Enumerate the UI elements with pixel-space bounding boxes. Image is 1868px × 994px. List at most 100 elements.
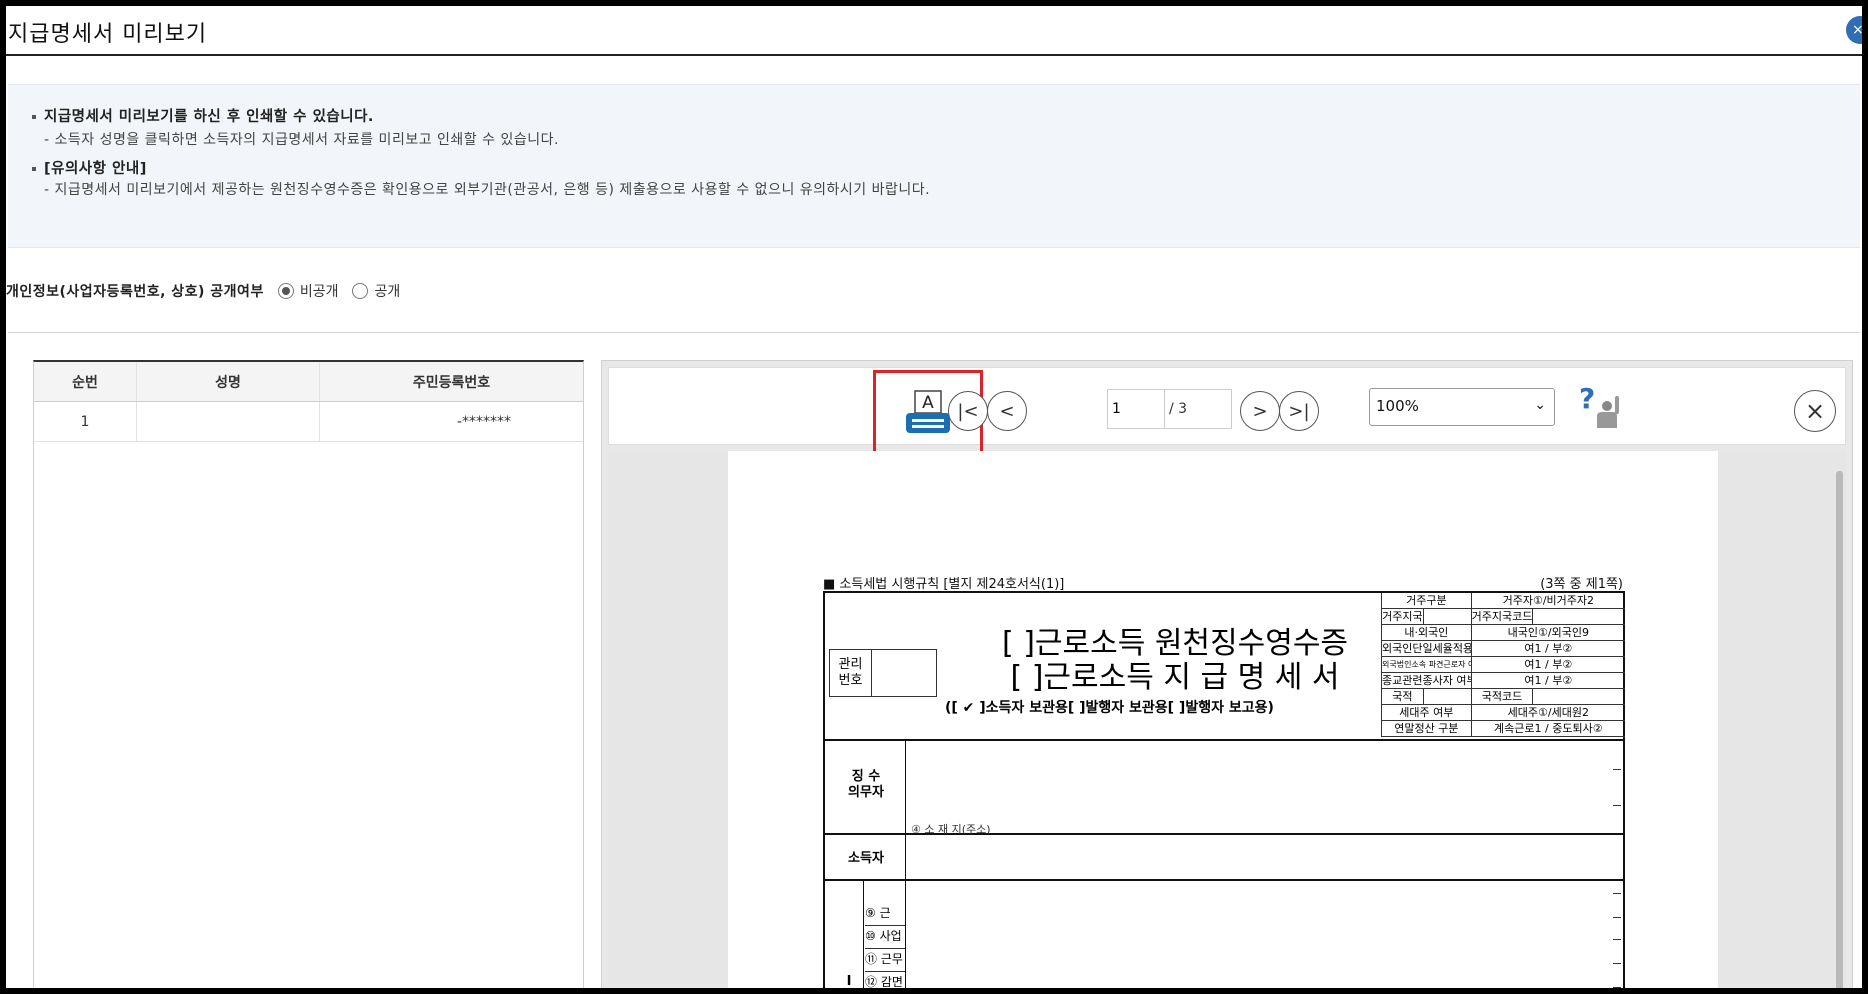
form-title-line-1: [ ]근로소득 원천징수영수증 <box>1001 626 1349 661</box>
address-label: ④ 소 재 지(주소) <box>911 823 991 836</box>
grid-row: 세대주 여부 세대주①/세대원2 <box>1382 705 1625 721</box>
radio-public[interactable]: 공개 <box>352 281 400 301</box>
grid-cell <box>1424 689 1472 704</box>
grid-cell <box>1533 609 1625 624</box>
tick-mark <box>1613 769 1621 770</box>
svg-text:?: ? <box>1579 382 1595 415</box>
first-page-icon: |< <box>957 400 979 422</box>
radio-private[interactable]: 비공개 <box>277 281 338 301</box>
section-divider <box>825 739 1623 741</box>
col-header-name: 성명 <box>137 362 320 401</box>
grid-cell: 여1 / 부② <box>1524 658 1573 671</box>
column-divider <box>905 741 906 881</box>
help-icon[interactable]: ? <box>1575 382 1625 432</box>
table-row[interactable]: 1 -******* <box>34 402 583 442</box>
grid-cell: 거주지국코드 <box>1471 609 1534 624</box>
form-item: ⑫ 감면 <box>865 972 905 988</box>
form-subtitle: ([ ✔ ]소득자 보관용[ ]발행자 보관용[ ]발행자 보고용) <box>945 700 1274 716</box>
grid-cell: 국적 <box>1382 689 1424 704</box>
info-heading-2: [유의사항 안내] <box>32 157 147 178</box>
form-title-line-2: [ ]근로소득 지 급 명 세 서 <box>1010 660 1340 695</box>
info-heading-1-text: 지급명세서 미리보기를 하신 후 인쇄할 수 있습니다. <box>44 109 374 125</box>
grid-row: 외국인단일세율적용 여1 / 부② <box>1382 641 1625 657</box>
dialog-title: 지급명세서 미리보기 <box>8 22 208 47</box>
grid-row: 연말정산 구분 계속근로1 / 중도퇴사② <box>1382 721 1625 737</box>
viewer-toolbar: A |< < / 3 > >| 100% ⌄ ? × <box>608 367 1846 458</box>
page-number-input[interactable] <box>1107 389 1165 429</box>
scrollbar-thumb[interactable] <box>1836 471 1843 988</box>
receipt-form: 관리 번호 [ ]근로소득 원천징수영수증 [ ]근로소득 지 급 명 세 서 … <box>823 591 1625 988</box>
cell-name[interactable] <box>137 402 320 441</box>
form-rule-text: ■ 소득세법 시행규칙 [별지 제24호서식(1)] <box>823 577 1065 592</box>
section-divider <box>825 879 1623 881</box>
grid-cell: 거주자①/비거주자2 <box>1502 594 1595 607</box>
print-icon[interactable]: A <box>902 389 954 439</box>
grid-row: 내·외국인 내국인①/외국인9 <box>1382 625 1625 641</box>
grid-cell: 외국인단일세율적용 <box>1382 641 1472 656</box>
income-earner-label: 소득자 <box>848 851 884 866</box>
grid-cell: 거주구분 <box>1382 593 1472 608</box>
info-heading-1: 지급명세서 미리보기를 하신 후 인쇄할 수 있습니다. <box>32 105 374 126</box>
tick-mark <box>1613 917 1621 918</box>
dialog-close-icon[interactable]: × <box>1846 16 1862 44</box>
grid-cell: 세대주①/세대원2 <box>1507 706 1589 719</box>
grid-cell: 거주지국 <box>1382 609 1424 624</box>
table-header: 순번 성명 주민등록번호 <box>34 362 583 402</box>
prev-page-button[interactable]: < <box>987 391 1027 431</box>
privacy-row: 개인정보(사업자등록번호, 상호) 공개여부 비공개 공개 <box>6 276 414 306</box>
info-panel: 지급명세서 미리보기를 하신 후 인쇄할 수 있습니다. - 소득자 성명을 클… <box>8 84 1860 248</box>
form-title: [ ]근로소득 원천징수영수증 [ ]근로소득 지 급 명 세 서 <box>965 627 1385 695</box>
document-page: ■ 소득세법 시행규칙 [별지 제24호서식(1)] (3쪽 중 제1쪽) 관리… <box>728 451 1718 988</box>
grid-cell: 연말정산 구분 <box>1382 721 1472 736</box>
last-page-icon: >| <box>1288 400 1310 422</box>
withholding-agent-label: 징 수 의무자 <box>848 769 884 800</box>
report-viewer: A |< < / 3 > >| 100% ⌄ ? × <box>601 360 1853 988</box>
info-heading-2-text: [유의사항 안내] <box>44 161 147 177</box>
tick-mark <box>1613 963 1621 964</box>
next-page-button[interactable]: > <box>1240 391 1280 431</box>
cell-rrn: -******* <box>456 413 511 430</box>
management-number-label: 관리 번호 <box>830 650 872 696</box>
grid-row: 국적 국적코드 <box>1382 689 1625 705</box>
radio-private-circle[interactable] <box>277 283 294 299</box>
col-header-no: 순번 <box>34 362 137 401</box>
management-number-box: 관리 번호 <box>829 649 937 697</box>
column-divider <box>863 881 864 988</box>
residency-grid: 거주구분 거주자①/비거주자2 거주지국 거주지국코드 내·외국인 내국인①/외국인9 외국… <box>1381 593 1625 737</box>
grid-cell <box>1424 609 1472 624</box>
grid-row: 거주지국 거주지국코드 <box>1382 609 1625 625</box>
info-desc-2: - 지급명세서 미리보기에서 제공하는 원천징수영수증은 확인용으로 외부기관(… <box>44 182 931 198</box>
grid-cell: 국적코드 <box>1472 689 1534 704</box>
grid-row: 종교관련종사자 여부 여1 / 부② <box>1382 673 1625 689</box>
grid-row: 거주구분 거주자①/비거주자2 <box>1382 593 1625 609</box>
grid-cell: 세대주 여부 <box>1382 705 1472 720</box>
document-scrollbar[interactable] <box>1834 457 1844 988</box>
privacy-label: 개인정보(사업자등록번호, 상호) 공개여부 <box>6 284 264 300</box>
info-desc-1: - 소득자 성명을 클릭하면 소득자의 지급명세서 자료를 미리보고 인쇄할 수… <box>44 132 559 148</box>
grid-cell: 여1 / 부② <box>1524 642 1573 655</box>
divider <box>8 332 1860 333</box>
last-page-button[interactable]: >| <box>1279 391 1319 431</box>
radio-public-circle[interactable] <box>352 283 369 299</box>
grid-cell <box>1533 689 1625 704</box>
tick-mark <box>1613 893 1621 894</box>
print-icon-letter: A <box>922 393 934 413</box>
zoom-select[interactable]: 100% ⌄ <box>1369 388 1555 426</box>
grid-cell: 외국법인소속 파견근로자 여부 <box>1382 657 1472 672</box>
page-total: / 3 <box>1165 389 1232 429</box>
first-page-button[interactable]: |< <box>948 391 988 431</box>
grid-cell: 계속근로1 / 중도퇴사② <box>1494 722 1603 735</box>
tick-mark <box>1613 805 1621 806</box>
preview-dialog: 지급명세서 미리보기 × 지급명세서 미리보기를 하신 후 인쇄할 수 있습니다… <box>6 6 1862 988</box>
cell-no: 1 <box>34 402 137 441</box>
radio-public-label: 공개 <box>374 284 401 300</box>
prev-page-icon: < <box>999 400 1015 422</box>
form-page-note: (3쪽 중 제1쪽) <box>1540 577 1623 592</box>
form-item: ⑪ 근무 <box>865 949 905 972</box>
viewer-close-button[interactable]: × <box>1794 390 1836 432</box>
grid-cell: 여1 / 부② <box>1524 674 1573 687</box>
zoom-value: 100% <box>1376 397 1419 415</box>
form-item: ⑩ 사업 <box>865 926 905 949</box>
document-area[interactable]: ■ 소득세법 시행규칙 [별지 제24호서식(1)] (3쪽 중 제1쪽) 관리… <box>608 451 1846 988</box>
chevron-down-icon: ⌄ <box>1534 397 1546 413</box>
